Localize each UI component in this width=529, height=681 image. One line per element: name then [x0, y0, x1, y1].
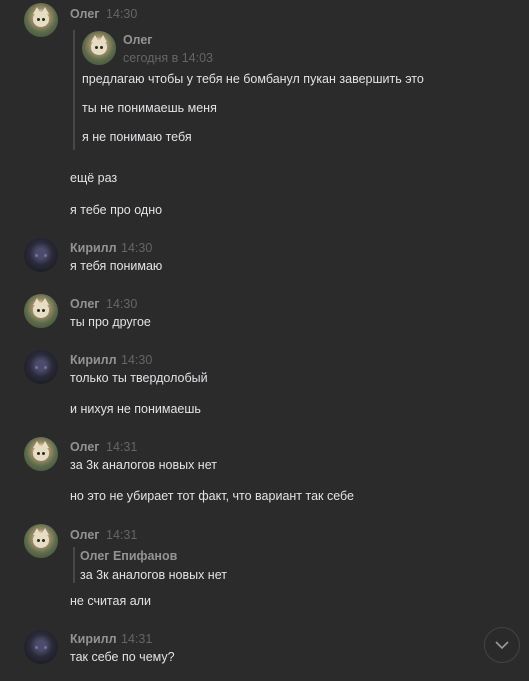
author-name[interactable]: Олег — [70, 440, 100, 454]
message-time[interactable]: 14:30 — [121, 241, 152, 255]
avatar-kirill[interactable] — [24, 630, 58, 664]
quote-bar — [73, 547, 75, 583]
avatar-kirill[interactable] — [24, 238, 58, 272]
quote-text-2: ты не понимаешь меня — [82, 101, 217, 115]
message-text: ещё раз — [70, 171, 118, 185]
quote-bar — [73, 30, 75, 150]
quote-author[interactable]: Олег — [123, 33, 153, 47]
message-time[interactable]: 14:31 — [106, 528, 137, 542]
author-name[interactable]: Олег — [70, 297, 100, 311]
message-text: и нихуя не понимаешь — [70, 402, 201, 416]
quote-text-3: я не понимаю тебя — [82, 130, 192, 144]
author-name[interactable]: Кирилл — [70, 632, 117, 646]
quote-text-1: предлагаю чтобы у тебя не бомбанул пукан… — [82, 72, 424, 86]
message-time[interactable]: 14:30 — [121, 353, 152, 367]
chevron-down-icon — [495, 641, 509, 649]
message-time[interactable]: 14:30 — [106, 7, 137, 21]
quote-time[interactable]: сегодня в 14:03 — [123, 51, 213, 65]
message-text: так себе по чему? — [70, 650, 175, 664]
avatar-oleg[interactable] — [24, 294, 58, 328]
message-text: только ты твердолобый — [70, 371, 208, 385]
avatar-oleg[interactable] — [24, 437, 58, 471]
author-name[interactable]: Кирилл — [70, 241, 117, 255]
avatar-kirill[interactable] — [24, 350, 58, 384]
quote-text: за 3к аналогов новых нет — [80, 568, 227, 582]
message-time[interactable]: 14:31 — [121, 632, 152, 646]
message-time[interactable]: 14:31 — [106, 440, 137, 454]
quote-avatar — [82, 31, 116, 65]
quote-author[interactable]: Олег Епифанов — [80, 549, 177, 563]
scroll-down-button[interactable] — [484, 627, 520, 663]
author-name[interactable]: Олег — [70, 7, 100, 21]
avatar-oleg[interactable] — [24, 3, 58, 37]
message-time[interactable]: 14:30 — [106, 297, 137, 311]
author-name[interactable]: Олег — [70, 528, 100, 542]
author-name[interactable]: Кирилл — [70, 353, 117, 367]
message-text: за 3к аналогов новых нет — [70, 458, 217, 472]
message-text: но это не убирает тот факт, что вариант … — [70, 489, 355, 503]
message-text: не считая али — [70, 594, 151, 608]
message-text: ты про другое — [70, 315, 151, 329]
message-text: я тебя понимаю — [70, 259, 163, 273]
avatar-oleg[interactable] — [24, 524, 58, 558]
message-text: я тебе про одно — [70, 203, 163, 217]
